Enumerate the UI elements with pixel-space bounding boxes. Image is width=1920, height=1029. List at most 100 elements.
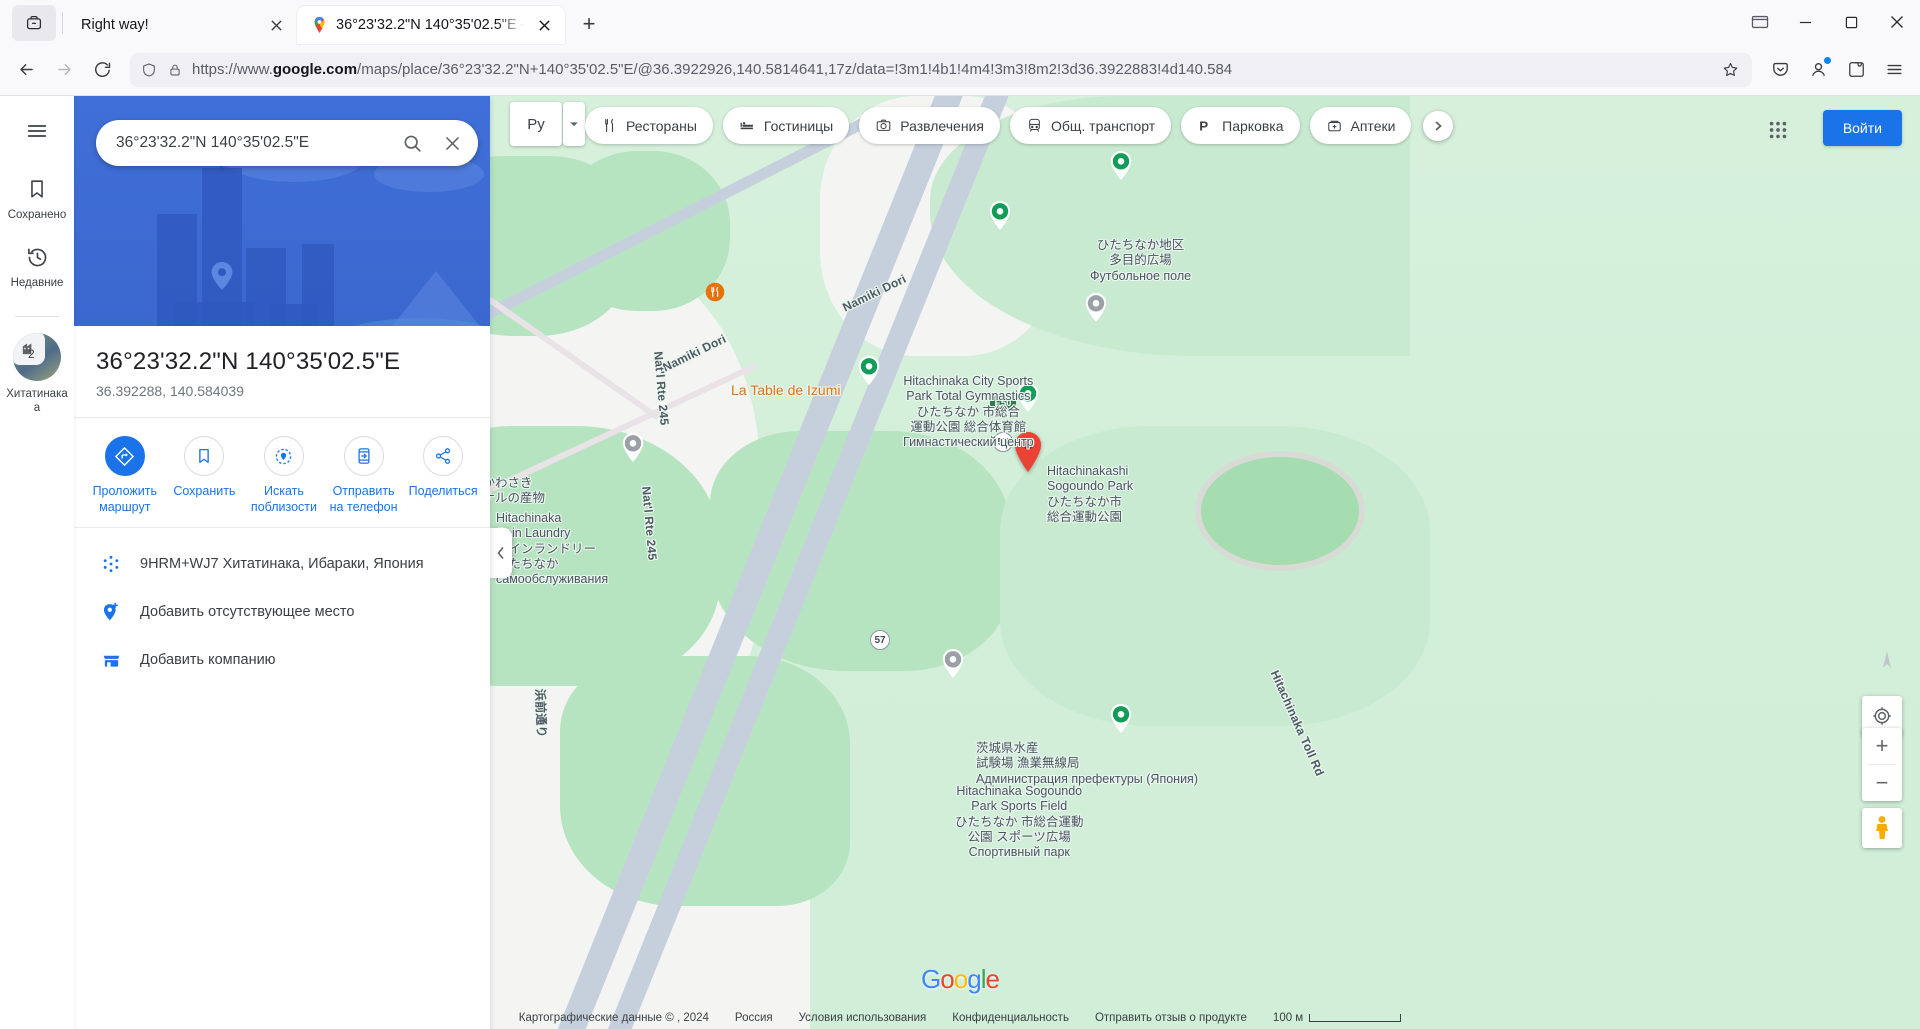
send-to-phone-icon [343, 436, 384, 476]
map-place-label-fisheries: 茨城県水産 試験場 漁業無線局 Администрация префектуры (… [976, 741, 1198, 786]
language-button[interactable]: Ру [510, 102, 562, 146]
hero-building-wide [270, 304, 318, 326]
sidebar-item-label: Недавние [10, 277, 64, 290]
chip-label: Общ. транспорт [1050, 117, 1156, 134]
star-icon[interactable] [1718, 58, 1742, 82]
search-input[interactable]: 36°23'32.2"N 140°35'02.5"E [116, 134, 392, 152]
transit-icon [1026, 117, 1043, 134]
minimize-button[interactable] [1782, 0, 1828, 44]
collapse-panel-button[interactable] [490, 528, 512, 578]
sign-in-button[interactable]: Войти [1822, 110, 1902, 146]
chip-label: Развлечения [900, 117, 984, 134]
send-to-phone-button[interactable]: Отправить на телефон [327, 436, 401, 515]
extensions-icon[interactable] [1838, 52, 1874, 88]
info-row-plus-code[interactable]: 9HRM+WJ7 Хитатинака, Ибараки, Япония [74, 540, 490, 588]
place-details-panel: 36°23'32.2"N 140°35'02.5"E 36°23'32.2"N … [74, 96, 490, 1029]
account-icon[interactable] [1800, 52, 1836, 88]
tab-google-maps[interactable]: 36°23'32.2"N 140°35'02.5"E – Go [297, 6, 565, 44]
poi-marker-tamokuteki[interactable] [1110, 151, 1132, 180]
sidebar-item-saved[interactable]: Сохранено [0, 166, 74, 234]
scale-bar: 100 м [1273, 1012, 1402, 1024]
chip-pharmacy[interactable]: Аптеки [1309, 107, 1412, 144]
close-icon[interactable] [533, 14, 555, 36]
action-label: Проложить маршрут [92, 484, 158, 514]
poi-marker-restaurant[interactable] [705, 282, 725, 302]
poi-marker-fisheries-admin[interactable] [942, 649, 964, 678]
browser-window: Right way! 36°23'32.2"N 140°35'02.5"E – … [0, 0, 1920, 1029]
action-label: Сохранить [173, 484, 236, 498]
attribution-copyright: Картографические данные © , 2024 [518, 1012, 709, 1024]
info-row-add-place[interactable]: Добавить отсутствующее место [74, 588, 490, 636]
chip-label: Аптеки [1350, 117, 1396, 134]
action-label: Искать поблизости [250, 484, 318, 514]
panel-icon[interactable] [1750, 12, 1770, 32]
hotel-icon [739, 117, 756, 134]
poi-marker-coin-laundry[interactable] [622, 433, 644, 462]
close-window-button[interactable] [1874, 0, 1920, 44]
directions-button[interactable]: Проложить маршрут [88, 436, 162, 515]
firefox-view-icon[interactable] [12, 5, 56, 41]
tab-right-way[interactable]: Right way! [67, 6, 297, 44]
scale-line [1309, 1014, 1402, 1022]
pegman-icon[interactable] [1862, 808, 1902, 848]
restaurant-icon [601, 117, 618, 134]
close-icon[interactable] [265, 14, 287, 36]
add-business-icon [100, 649, 122, 671]
map-north-arrow-icon [1880, 650, 1894, 675]
google-logo: Google [921, 964, 1000, 995]
attribution-privacy-link[interactable]: Конфиденциальность [952, 1012, 1069, 1024]
map-feature-track-oval [1195, 451, 1365, 571]
google-maps-pin-icon [311, 17, 328, 34]
hamburger-menu-icon[interactable] [1876, 52, 1912, 88]
forward-arrow-icon[interactable] [46, 52, 82, 88]
nearby-button[interactable]: Искать поблизости [247, 436, 321, 515]
bookmark-icon [184, 436, 225, 476]
pocket-icon[interactable] [1762, 52, 1798, 88]
account-notification-dot [1824, 56, 1831, 64]
poi-marker-north-field[interactable] [989, 201, 1011, 230]
navigation-toolbar: https://www.google.com/maps/place/36°23'… [0, 44, 1920, 96]
url-bar[interactable]: https://www.google.com/maps/place/36°23'… [130, 52, 1752, 87]
chip-parking[interactable]: P Парковка [1181, 107, 1300, 144]
sidebar-item-contribute[interactable]: 2 Хитатинака а [0, 317, 74, 426]
search-box[interactable]: 36°23'32.2"N 140°35'02.5"E [96, 120, 478, 166]
chevron-down-icon[interactable] [563, 102, 585, 146]
maximize-button[interactable] [1828, 0, 1874, 44]
share-button[interactable]: Поделиться [406, 436, 480, 515]
search-icon[interactable] [392, 123, 432, 163]
new-tab-button[interactable]: + [571, 6, 607, 42]
lock-icon[interactable] [166, 61, 184, 79]
info-row-add-business[interactable]: Добавить компанию [74, 636, 490, 684]
chip-attractions[interactable]: Развлечения [859, 107, 1000, 144]
zoom-in-button[interactable]: + [1862, 728, 1902, 764]
back-arrow-icon[interactable] [8, 52, 44, 88]
logo-letter: o [953, 964, 969, 994]
plus-code-text: 9HRM+WJ7 Хитатинака, Ибараки, Япония [140, 556, 424, 573]
map-place-label-sogoundo-park: Hitachinakashi Sogoundo Park ひたちなか市 総合運動公園 [1047, 464, 1134, 524]
tab-title: Right way! [81, 17, 149, 33]
zoom-controls: + − [1862, 728, 1902, 801]
logo-letter: g [967, 964, 982, 994]
bookmark-icon [24, 176, 50, 202]
add-place-text: Добавить отсутствующее место [140, 604, 355, 621]
place-info-rows: 9HRM+WJ7 Хитатинака, Ибараки, Япония Доб… [74, 528, 490, 684]
chip-hotels[interactable]: Гостиницы [722, 107, 850, 144]
hamburger-menu-icon[interactable] [0, 96, 74, 166]
poi-marker-sports-field[interactable] [1110, 704, 1132, 733]
clear-search-icon[interactable] [432, 123, 472, 163]
shield-icon[interactable] [140, 61, 158, 79]
sidebar-item-recent[interactable]: Недавние [0, 234, 74, 302]
reload-icon[interactable] [84, 52, 120, 88]
chevron-right-icon[interactable] [1423, 110, 1454, 141]
hero-base-strip [174, 302, 254, 326]
place-header: 36°23'32.2"N 140°35'02.5"E 36.392288, 14… [74, 326, 490, 417]
url-text: https://www.google.com/maps/place/36°23'… [192, 61, 1233, 78]
chip-restaurants[interactable]: Рестораны [585, 107, 713, 144]
poi-marker-gymnastics[interactable] [1085, 293, 1107, 322]
chip-transit[interactable]: Общ. транспорт [1009, 107, 1172, 144]
attribution-terms-link[interactable]: Условия использования [799, 1012, 927, 1024]
zoom-out-button[interactable]: − [1862, 765, 1902, 801]
attribution-feedback-link[interactable]: Отправить отзыв о продукте [1095, 1012, 1247, 1024]
poi-marker-mid-field[interactable] [858, 356, 880, 385]
save-button[interactable]: Сохранить [168, 436, 242, 515]
